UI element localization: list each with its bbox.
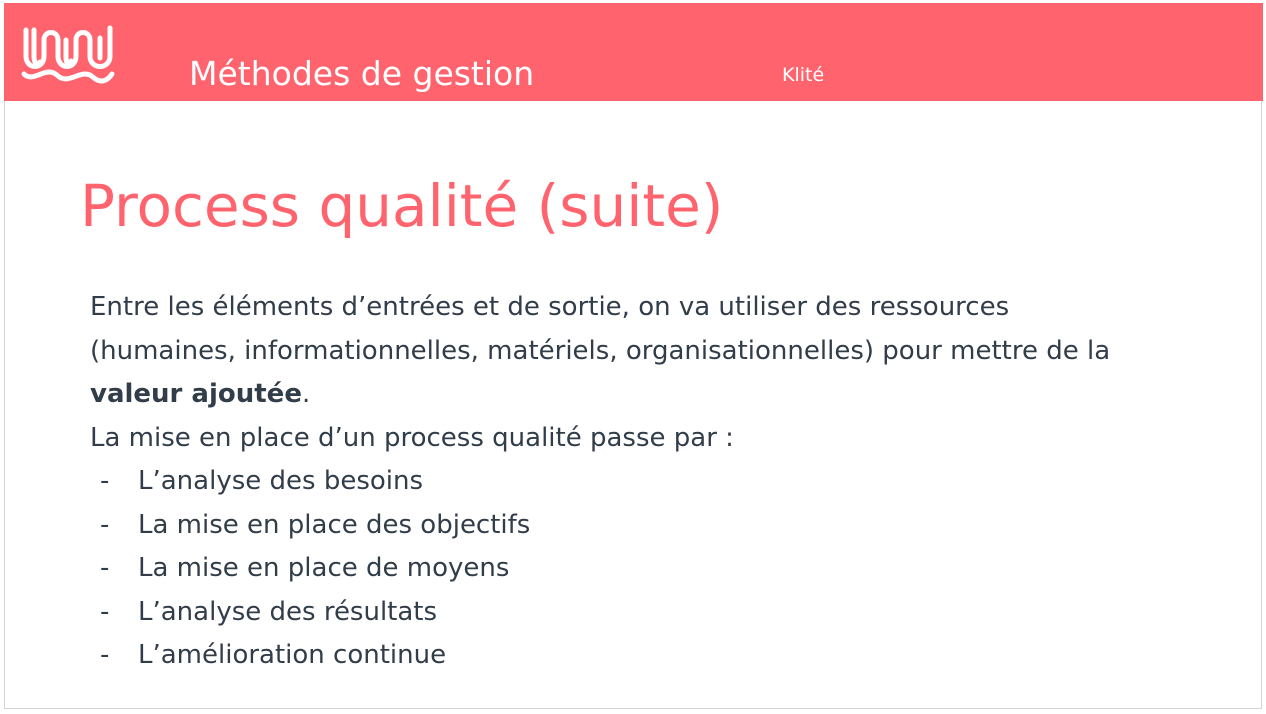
bullet-dash: - bbox=[100, 553, 110, 583]
list-item: - La mise en place de moyens bbox=[90, 547, 1230, 591]
bullet-dash: - bbox=[100, 640, 110, 670]
list-item-text: La mise en place de moyens bbox=[138, 553, 510, 583]
bullet-list: - L’analyse des besoins - La mise en place… bbox=[90, 460, 1230, 678]
bullet-dash: - bbox=[100, 466, 110, 496]
paragraph-line: (humaines, informationnelles, matériels,… bbox=[90, 335, 1111, 366]
list-item: - L’amélioration continue bbox=[90, 634, 1230, 678]
wave-squiggle-logo-icon bbox=[20, 18, 116, 88]
list-item-text: La mise en place des objectifs bbox=[138, 509, 531, 540]
header-brand: Klité bbox=[782, 64, 825, 86]
slide-body: Entre les éléments d’entrées et de sorti… bbox=[90, 286, 1230, 678]
list-item: - L’analyse des résultats bbox=[90, 591, 1230, 635]
bullet-dash: - bbox=[100, 596, 110, 627]
slide-title: Process qualité (suite) bbox=[80, 172, 724, 240]
header-title: Méthodes de gestion bbox=[189, 54, 535, 93]
intro-line: La mise en place d’un process qualité pa… bbox=[90, 422, 734, 453]
list-item: - La mise en place des objectifs bbox=[90, 504, 1230, 548]
paragraph-punctuation: . bbox=[301, 379, 311, 409]
list-item: - L’analyse des besoins bbox=[90, 460, 1230, 504]
list-item-text: L’analyse des résultats bbox=[138, 596, 438, 627]
list-item-text: L’analyse des besoins bbox=[138, 466, 424, 496]
emphasis-text: valeur ajoutée bbox=[90, 379, 302, 409]
paragraph-line: Entre les éléments d’entrées et de sorti… bbox=[90, 292, 1010, 322]
bullet-dash: - bbox=[100, 509, 110, 540]
list-item-text: L’amélioration continue bbox=[138, 640, 447, 670]
paragraph-line: valeur ajoutée. bbox=[90, 373, 1230, 417]
